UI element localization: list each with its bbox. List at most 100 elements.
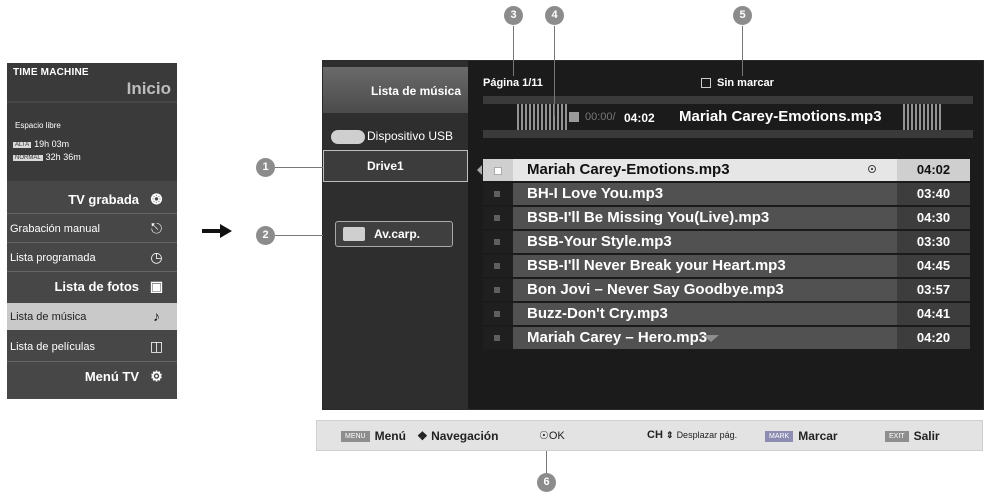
divider (483, 96, 973, 104)
exit-hint[interactable]: EXIT Salir (885, 429, 940, 443)
source-sidebar: Lista de música Dispositivo USB Drive1 A… (323, 61, 468, 409)
menu-item-label: Lista de fotos (54, 279, 139, 294)
track-row[interactable]: BSB-I'll Never Break your Heart.mp3 04:4… (483, 255, 970, 277)
usb-icon (331, 130, 365, 144)
scroll-down-icon[interactable] (703, 335, 719, 342)
menu-item-label: TV grabada (68, 192, 139, 207)
track-checkbox[interactable] (483, 183, 513, 205)
track-checkbox[interactable] (483, 207, 513, 229)
track-duration: 03:57 (897, 279, 970, 301)
drive-label: Drive1 (367, 159, 404, 173)
track-duration: 04:30 (897, 207, 970, 229)
mark-key: MARK (765, 431, 794, 443)
menu-header: TIME MACHINE Inicio (7, 63, 177, 101)
callout-3: 3 (504, 6, 523, 25)
folder-icon (343, 227, 365, 241)
menu-item-lista-programada[interactable]: Lista programada ◷ (7, 244, 177, 271)
tab-music-list[interactable]: Lista de música (323, 67, 468, 113)
track-duration: 04:45 (897, 255, 970, 277)
track-row[interactable]: Buzz-Don't Cry.mp3 04:41 (483, 303, 970, 325)
callout-4: 4 (545, 6, 564, 25)
navigation-hint-label: Navegación (431, 429, 499, 443)
track-checkbox[interactable] (483, 255, 513, 277)
divider (7, 361, 177, 362)
drive-selector[interactable]: Drive1 (323, 150, 468, 182)
film-reel-icon: ❂ (150, 191, 163, 207)
track-row[interactable]: Bon Jovi – Never Say Goodbye.mp3 03:57 (483, 279, 970, 301)
settings-gears-icon: ⚙ (150, 368, 163, 384)
track-title: Buzz-Don't Cry.mp3 (527, 305, 668, 322)
stop-icon[interactable] (569, 112, 579, 122)
navigation-hint: ❖ Navegación (417, 429, 498, 443)
exit-hint-label: Salir (913, 429, 940, 443)
checkbox-icon (701, 78, 711, 89)
track-duration: 04:20 (897, 327, 970, 349)
now-playing-bar: 00:00/ 04:02 Mariah Carey-Emotions.mp3 (483, 104, 973, 130)
track-duration: 04:41 (897, 303, 970, 325)
track-title: BSB-I'll Never Break your Heart.mp3 (527, 257, 786, 274)
now-playing-title: Mariah Carey-Emotions.mp3 (679, 108, 882, 125)
folder-up-button[interactable]: Av.carp. (335, 221, 453, 247)
track-row[interactable]: BSB-Your Style.mp3 03:30 (483, 231, 970, 253)
menu-item-label: Lista programada (10, 251, 96, 264)
mark-hint-label: Marcar (798, 429, 838, 443)
menu-item-lista-musica[interactable]: Lista de música ♪ (7, 303, 177, 330)
track-title: BSB-Your Style.mp3 (527, 233, 672, 250)
track-checkbox[interactable] (483, 279, 513, 301)
menu-item-grabacion-manual[interactable]: Grabación manual ⎋ (7, 215, 177, 242)
menu-item-label: Grabación manual (10, 222, 100, 235)
callout-2: 2 (256, 226, 275, 245)
quality-time: 19h 03m (34, 139, 70, 149)
music-list-screen: Lista de música Dispositivo USB Drive1 A… (322, 60, 984, 410)
free-space-panel: Espacio libre ALTA 19h 03m NORMAL 32h 36m (7, 103, 177, 181)
ok-icon: ☉ (539, 430, 549, 442)
menu-item-label: Lista de música (10, 310, 87, 323)
ok-hint: ☉OK (539, 429, 565, 442)
divider (7, 242, 177, 243)
ok-hint-label: OK (548, 430, 565, 442)
callout-leader (554, 26, 555, 116)
track-title: Mariah Carey-Emotions.mp3 (527, 161, 730, 178)
menu-item-tv-grabada[interactable]: TV grabada ❂ (7, 186, 177, 213)
track-row[interactable]: Mariah Carey-Emotions.mp3 04:02 (483, 159, 970, 181)
menu-title: TIME MACHINE (13, 67, 89, 78)
folder-up-label: Av.carp. (374, 227, 421, 241)
menu-item-lista-peliculas[interactable]: Lista de películas ◫ (7, 333, 177, 360)
menu-hint[interactable]: MENU Menú (341, 429, 406, 443)
right-arrow-icon (202, 224, 232, 238)
playing-indicator-icon (868, 165, 876, 173)
track-duration: 04:02 (897, 159, 970, 181)
quality-time: 32h 36m (45, 152, 81, 162)
track-row[interactable]: Mariah Carey – Hero.mp3 04:20 (483, 327, 970, 349)
music-note-icon: ♪ (153, 308, 160, 324)
track-checkbox[interactable] (483, 303, 513, 325)
up-down-icon: ⇕ (665, 430, 674, 440)
usb-device-row: Dispositivo USB (323, 127, 468, 149)
track-row[interactable]: BSB-I'll Be Missing You(Live).mp3 04:30 (483, 207, 970, 229)
menu-item-lista-fotos[interactable]: Lista de fotos ▣ (7, 273, 177, 300)
mark-status-label: Sin marcar (717, 77, 774, 89)
movie-icon: ◫ (149, 338, 164, 354)
menu-hint-label: Menú (374, 429, 406, 443)
manual-record-icon: ⎋ (150, 220, 163, 236)
callout-leader (275, 167, 323, 168)
track-duration: 03:40 (897, 183, 970, 205)
quality-row-normal: NORMAL 32h 36m (13, 152, 81, 162)
elapsed-time: 00:00/ (585, 111, 616, 123)
time-machine-menu: TIME MACHINE Inicio Espacio libre ALTA 19… (7, 63, 177, 399)
dpad-icon: ❖ (417, 429, 432, 443)
photo-icon: ▣ (149, 278, 164, 294)
callout-leader (546, 451, 547, 473)
help-bar: MENU Menú ❖ Navegación ☉OK CH ⇕ Desplazar… (316, 420, 983, 451)
mark-hint[interactable]: MARK Marcar (765, 429, 838, 443)
track-checkbox[interactable] (483, 327, 513, 349)
track-row[interactable]: BH-I Love You.mp3 03:40 (483, 183, 970, 205)
usb-device-label: Dispositivo USB (367, 129, 454, 143)
menu-item-menu-tv[interactable]: Menú TV ⚙ (7, 363, 177, 390)
scheduled-clock-icon: ◷ (150, 249, 163, 265)
track-title: Bon Jovi – Never Say Goodbye.mp3 (527, 281, 784, 298)
page-hint: CH ⇕ Desplazar pág. (647, 429, 737, 441)
tab-label: Lista de música (370, 84, 461, 98)
track-checkbox[interactable] (483, 231, 513, 253)
track-checkbox[interactable] (483, 159, 513, 181)
